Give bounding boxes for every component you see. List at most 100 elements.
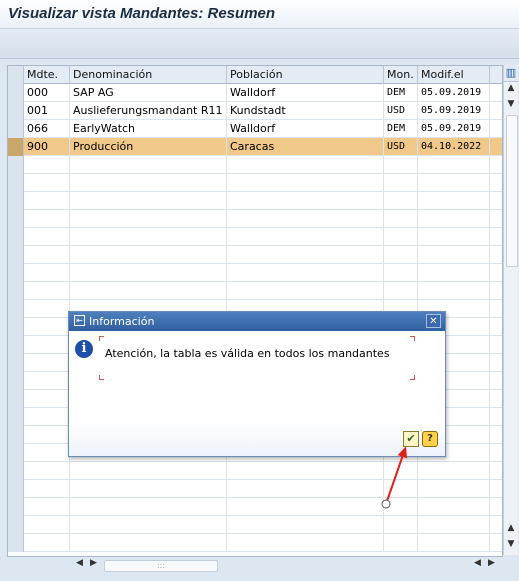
row-selector[interactable] <box>8 336 24 354</box>
empty-cell <box>418 228 490 246</box>
row-selector[interactable] <box>8 246 24 264</box>
empty-cell <box>384 516 418 534</box>
empty-cell <box>418 210 490 228</box>
empty-cell <box>418 534 490 552</box>
horizontal-scroll-thumb[interactable]: ::: <box>104 560 218 572</box>
row-selector[interactable] <box>8 120 24 138</box>
table-row[interactable]: 000 SAP AG Walldorf DEM 05.09.2019 <box>8 84 502 102</box>
close-icon[interactable]: ✕ <box>426 314 441 328</box>
empty-cell <box>227 174 384 192</box>
column-header-name[interactable]: Denominación <box>70 66 227 84</box>
cell-mandt: 066 <box>24 120 70 138</box>
row-selector[interactable] <box>8 390 24 408</box>
empty-cell <box>70 516 227 534</box>
cell-mandt: 001 <box>24 102 70 120</box>
row-selector[interactable] <box>8 84 24 102</box>
empty-cell <box>227 516 384 534</box>
scroll-up-icon[interactable]: ▲ <box>504 83 518 93</box>
scroll-page-down-icon[interactable]: ▼ <box>504 539 518 549</box>
vertical-scroll-thumb[interactable] <box>506 115 518 267</box>
column-settings-icon[interactable]: ▥ <box>504 65 518 82</box>
empty-cell <box>24 282 70 300</box>
scroll-end-left-icon[interactable]: ◀ <box>474 558 481 568</box>
dialog-message: Atención, la tabla es válida en todos lo… <box>105 347 390 360</box>
empty-cell <box>227 192 384 210</box>
empty-table-row <box>8 462 502 480</box>
cell-city: Kundstadt <box>227 102 384 120</box>
empty-cell <box>24 390 70 408</box>
row-selector[interactable] <box>8 354 24 372</box>
empty-cell <box>24 408 70 426</box>
row-selector[interactable] <box>8 444 24 462</box>
cell-changed: 05.09.2019 <box>418 120 490 138</box>
row-selector[interactable] <box>8 192 24 210</box>
table-row-selected[interactable]: 900 Producción Caracas USD 04.10.2022 <box>8 138 502 156</box>
row-selector[interactable] <box>8 498 24 516</box>
table-row[interactable]: 066 EarlyWatch Walldorf DEM 05.09.2019 <box>8 120 502 138</box>
empty-cell <box>384 192 418 210</box>
empty-cell <box>418 174 490 192</box>
column-header-currency[interactable]: Mon. <box>384 66 418 84</box>
cell-name: Producción <box>70 138 227 156</box>
checkmark-confirm-icon[interactable]: ✔ <box>403 431 419 447</box>
cell-name: Auslieferungsmandant R11 <box>70 102 227 120</box>
row-selector[interactable] <box>8 300 24 318</box>
title-bar: Visualizar vista Mandantes: Resumen <box>0 0 519 29</box>
column-header-city[interactable]: Población <box>227 66 384 84</box>
vertical-scrollbar[interactable]: ▥ ▲ ▼ ▲ ▼ <box>503 65 518 555</box>
empty-cell <box>384 210 418 228</box>
empty-cell <box>70 228 227 246</box>
table-row[interactable]: 001 Auslieferungsmandant R11 Kundstadt U… <box>8 102 502 120</box>
row-selector[interactable] <box>8 282 24 300</box>
empty-table-row <box>8 498 502 516</box>
row-selector[interactable] <box>8 210 24 228</box>
row-selector[interactable] <box>8 372 24 390</box>
empty-cell <box>227 534 384 552</box>
application-toolbar <box>0 29 519 59</box>
empty-cell <box>70 462 227 480</box>
cell-changed: 04.10.2022 <box>418 138 490 156</box>
row-selector[interactable] <box>8 426 24 444</box>
row-selector[interactable] <box>8 138 24 156</box>
row-selector[interactable] <box>8 102 24 120</box>
row-selector[interactable] <box>8 318 24 336</box>
empty-cell <box>24 174 70 192</box>
scroll-page-up-icon[interactable]: ▲ <box>504 523 518 533</box>
horizontal-scrollbar[interactable]: ◀ ▶ ::: ◀ ▶ <box>70 558 501 572</box>
empty-table-row <box>8 174 502 192</box>
cell-currency: USD <box>384 138 418 156</box>
row-selector[interactable] <box>8 174 24 192</box>
column-header-mandt[interactable]: Mdte. <box>24 66 70 84</box>
column-header-changed[interactable]: Modif.el <box>418 66 490 84</box>
scroll-left-icon[interactable]: ◀ <box>76 558 83 568</box>
row-selector[interactable] <box>8 516 24 534</box>
scroll-end-right-icon[interactable]: ▶ <box>488 558 495 568</box>
row-selector[interactable] <box>8 480 24 498</box>
empty-cell <box>70 210 227 228</box>
empty-cell <box>384 156 418 174</box>
row-selector[interactable] <box>8 462 24 480</box>
dialog-footer <box>69 421 445 456</box>
scroll-right-icon[interactable]: ▶ <box>90 558 97 568</box>
empty-cell <box>70 264 227 282</box>
cell-currency: DEM <box>384 84 418 102</box>
empty-cell <box>384 246 418 264</box>
row-selector[interactable] <box>8 264 24 282</box>
dialog-title-bar[interactable]: ⇤ Información ✕ <box>69 312 445 331</box>
empty-cell <box>24 300 70 318</box>
cell-changed: 05.09.2019 <box>418 102 490 120</box>
empty-cell <box>227 498 384 516</box>
empty-cell <box>384 498 418 516</box>
row-selector[interactable] <box>8 156 24 174</box>
row-selector[interactable] <box>8 228 24 246</box>
empty-cell <box>70 498 227 516</box>
row-selector[interactable] <box>8 534 24 552</box>
empty-cell <box>384 282 418 300</box>
empty-cell <box>418 264 490 282</box>
cell-city: Caracas <box>227 138 384 156</box>
row-selector[interactable] <box>8 408 24 426</box>
empty-cell <box>418 480 490 498</box>
select-all-cell[interactable] <box>8 66 24 84</box>
scroll-down-icon[interactable]: ▼ <box>504 99 518 109</box>
help-question-icon[interactable]: ? <box>422 431 438 447</box>
